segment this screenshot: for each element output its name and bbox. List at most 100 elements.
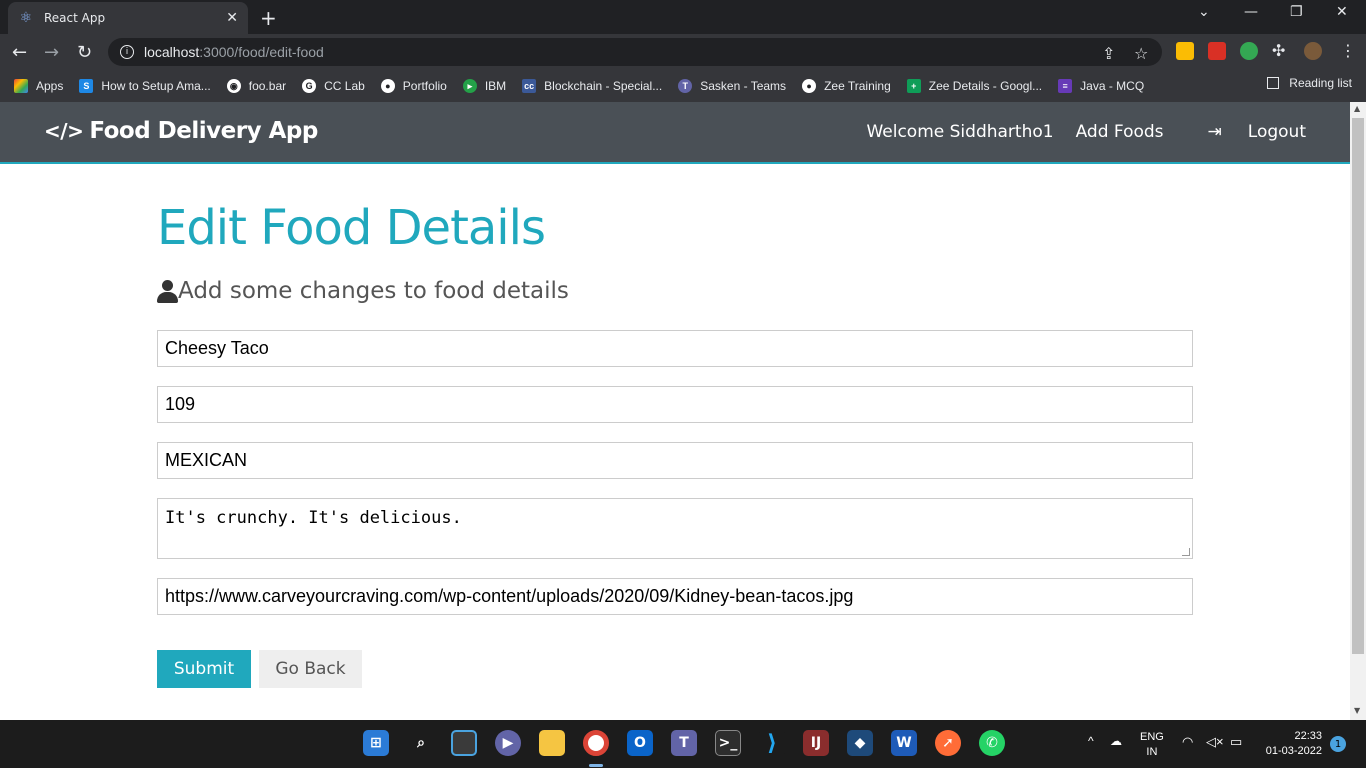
logout-link[interactable]: ⇥ Logout [1186,122,1306,142]
description-text: It's crunchy. It's delicious. [165,508,462,528]
page-scrollbar[interactable]: ▲ ▼ [1350,102,1366,720]
forms-icon: ≡ [1058,79,1073,93]
drive-icon[interactable] [1176,42,1194,60]
app-navbar: </> Food Delivery App Welcome Siddhartho… [0,102,1350,164]
address-bar[interactable]: i localhost:3000/food/edit-food ⇪ ☆ [108,38,1162,66]
react-icon: ⚛ [19,10,33,26]
add-foods-link[interactable]: Add Foods [1076,122,1164,142]
sheets-icon: + [906,79,921,93]
tab-search-icon[interactable]: ⌄ [1198,4,1210,20]
github-icon: ● [802,79,817,93]
new-tab-icon[interactable]: + [260,6,277,30]
bookmark-item[interactable]: T Sasken - Teams [678,79,786,93]
lang-bottom: IN [1146,746,1158,758]
welcome-link[interactable]: Welcome Siddhartho1 [866,122,1053,142]
profile-avatar[interactable] [1304,42,1322,60]
postman-icon[interactable]: ➚ [935,730,961,756]
vscode-icon[interactable]: ⟩ [759,730,785,756]
subtitle-text: Add some changes to food details [178,278,569,304]
bookmark-item[interactable]: ▸ IBM [462,79,506,93]
bookmark-item[interactable]: cc Blockchain - Special... [522,79,662,93]
cc-icon: cc [522,79,537,93]
clock-time: 22:33 [1294,730,1322,742]
logout-label: Logout [1247,122,1306,142]
task-view-icon[interactable] [451,730,477,756]
browser-chrome: ⚛ React App ✕ + ⌄ — ❐ ✕ ← → ↻ i localhos… [0,0,1366,102]
scroll-up-icon[interactable]: ▲ [1354,104,1360,113]
globe-icon: ◉ [226,79,241,93]
chrome-icon[interactable] [583,730,609,756]
teams-icon[interactable]: T [671,730,697,756]
bookmark-apps[interactable]: Apps [14,79,63,93]
go-back-button[interactable]: Go Back [259,650,362,688]
onedrive-icon[interactable]: ☁ [1110,734,1122,749]
user-icon [157,279,178,303]
submit-button[interactable]: Submit [157,650,251,688]
bookmark-item[interactable]: + Zee Details - Googl... [906,79,1042,93]
code-icon: </> [44,119,84,143]
url-text[interactable]: localhost:3000/food/edit-food [144,44,324,60]
reading-list[interactable]: Reading list [1267,76,1352,90]
taskbar: ⊞ ⌕ ▶ O T >_ ⟩ IJ ◆ W ➚ ✆ ^ ☁ ENG IN ◠ ◁… [0,720,1366,768]
ibm-icon: ▸ [462,79,477,93]
scroll-down-icon[interactable]: ▼ [1354,706,1360,715]
reload-icon[interactable]: ↻ [77,42,92,63]
terminal-icon[interactable]: >_ [715,730,741,756]
minimize-icon[interactable]: — [1244,4,1258,20]
food-image-url-input[interactable]: https://www.carveyourcraving.com/wp-cont… [157,578,1193,615]
browser-toolbar: ← → ↻ i localhost:3000/food/edit-food ⇪ … [0,34,1366,70]
clock-date: 01-03-2022 [1265,745,1322,757]
close-tab-icon[interactable]: ✕ [226,10,238,26]
bookmark-item[interactable]: ● Portfolio [380,79,447,93]
menu-kebab-icon[interactable]: ⋮ [1340,41,1356,60]
bookmark-item[interactable]: ◉ foo.bar [226,79,286,93]
app-brand[interactable]: </> Food Delivery App [44,118,318,144]
battery-icon[interactable]: ▭ [1230,734,1242,749]
food-price-input[interactable]: 109 [157,386,1193,423]
back-arrow-icon[interactable]: ← [12,42,27,63]
bookmark-star-icon[interactable]: ☆ [1134,44,1148,63]
apps-grid-icon [14,79,28,93]
notification-badge[interactable]: 1 [1330,736,1346,752]
search-icon[interactable]: ⌕ [408,730,434,756]
info-icon[interactable]: i [120,45,134,59]
close-window-icon[interactable]: ✕ [1336,4,1348,20]
system-clock[interactable]: 22:33 01-03-2022 [1266,729,1322,759]
active-app-indicator [589,764,603,767]
tab-title: React App [44,11,106,25]
file-explorer-icon[interactable] [539,730,565,756]
forward-arrow-icon[interactable]: → [44,42,59,63]
share-icon[interactable]: ⇪ [1102,44,1115,63]
bookmark-item[interactable]: G CC Lab [302,79,365,93]
word-icon[interactable]: W [891,730,917,756]
extensions-puzzle-icon[interactable]: ✣ [1272,41,1285,60]
food-description-textarea[interactable]: It's crunchy. It's delicious. [157,498,1193,559]
resize-handle[interactable] [1182,548,1190,556]
mysql-workbench-icon[interactable]: ◆ [847,730,873,756]
nav-links: Welcome Siddhartho1 Add Foods ⇥ Logout [844,122,1306,142]
extension-red-icon[interactable] [1208,42,1226,60]
outlook-icon[interactable]: O [627,730,653,756]
food-name-input[interactable]: Cheesy Taco [157,330,1193,367]
extension-green-icon[interactable] [1240,42,1258,60]
teams-icon: T [678,79,693,93]
language-indicator[interactable]: ENG IN [1140,730,1164,760]
whatsapp-icon[interactable]: ✆ [979,730,1005,756]
github-icon: ● [380,79,395,93]
windows-start-icon[interactable]: ⊞ [363,730,389,756]
volume-muted-icon[interactable]: ◁× [1206,734,1224,749]
chat-icon[interactable]: ▶ [495,730,521,756]
food-category-input[interactable]: MEXICAN [157,442,1193,479]
reading-list-icon [1267,77,1280,89]
page-subtitle: Add some changes to food details [157,278,569,304]
bookmark-item[interactable]: S How to Setup Ama... [79,79,211,93]
google-icon: G [302,79,317,93]
wifi-icon[interactable]: ◠ [1182,734,1193,749]
intellij-icon[interactable]: IJ [803,730,829,756]
restore-icon[interactable]: ❐ [1290,4,1303,20]
browser-tab[interactable]: ⚛ React App ✕ [8,2,248,34]
bookmark-item[interactable]: ● Zee Training [802,79,891,93]
bookmark-item[interactable]: ≡ Java - MCQ [1058,79,1144,93]
show-hidden-icons-chevron-icon[interactable]: ^ [1088,734,1094,749]
scroll-thumb[interactable] [1352,118,1364,654]
